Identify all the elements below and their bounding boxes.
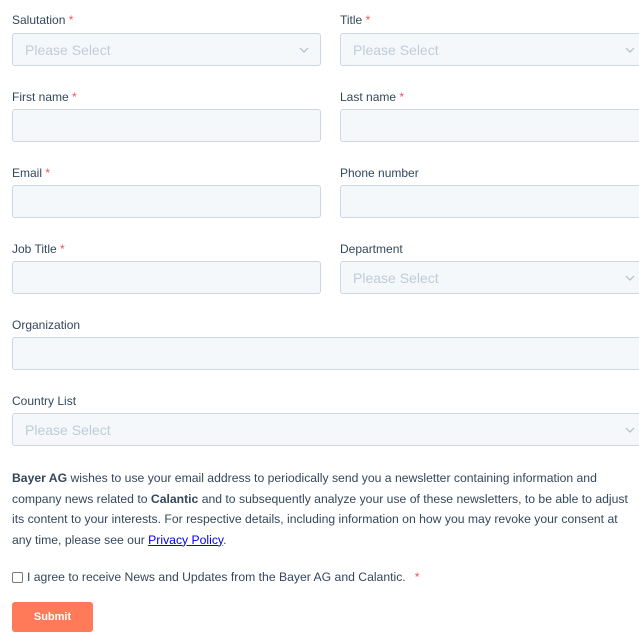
chevron-down-icon [625,275,635,281]
last-name-input[interactable] [340,109,639,142]
required-asterisk: * [60,242,65,256]
required-asterisk: * [68,13,74,27]
agree-checkbox[interactable] [12,571,23,583]
company-name: Bayer AG [12,471,68,485]
title-select[interactable]: Please Select [340,33,639,66]
organization-input[interactable] [12,337,639,370]
department-placeholder: Please Select [353,270,439,286]
department-label: Department [340,242,403,256]
salutation-select[interactable]: Please Select [12,33,321,66]
partner-name: Calantic [150,491,199,506]
email-input[interactable] [12,185,321,218]
country-placeholder: Please Select [25,422,111,438]
last-name-label: Last name * [340,90,405,104]
chevron-down-icon [625,427,635,433]
consent-text: Bayer AG wishes to use your email addres… [12,468,639,550]
country-label: Country List [12,394,77,408]
email-label: Email * [12,166,51,180]
job-title-label: Job Title * [12,242,65,256]
salutation-placeholder: Please Select [25,42,111,58]
phone-input[interactable] [340,185,639,218]
chevron-down-icon [299,47,309,53]
chevron-down-icon [625,47,635,53]
phone-label: Phone number [340,166,419,180]
organization-label: Organization [12,318,81,332]
department-select[interactable]: Please Select [340,261,639,294]
agree-row: I agree to receive News and Updates from… [12,570,419,584]
salutation-label: Salutation * [12,13,74,27]
required-asterisk: * [45,166,51,180]
required-asterisk: * [399,90,405,104]
country-select[interactable]: Please Select [12,413,639,446]
first-name-input[interactable] [12,109,321,142]
required-asterisk: * [414,570,420,584]
first-name-label: First name * [12,90,77,104]
agree-label: I agree to receive News and Updates from… [27,570,406,584]
privacy-policy-link[interactable]: Privacy Policy [148,533,223,547]
title-placeholder: Please Select [353,42,439,58]
consent-text-part: . [223,532,227,547]
required-asterisk: * [365,13,371,27]
job-title-input[interactable] [12,261,321,294]
required-asterisk: * [72,90,77,104]
title-label: Title * [340,13,371,27]
